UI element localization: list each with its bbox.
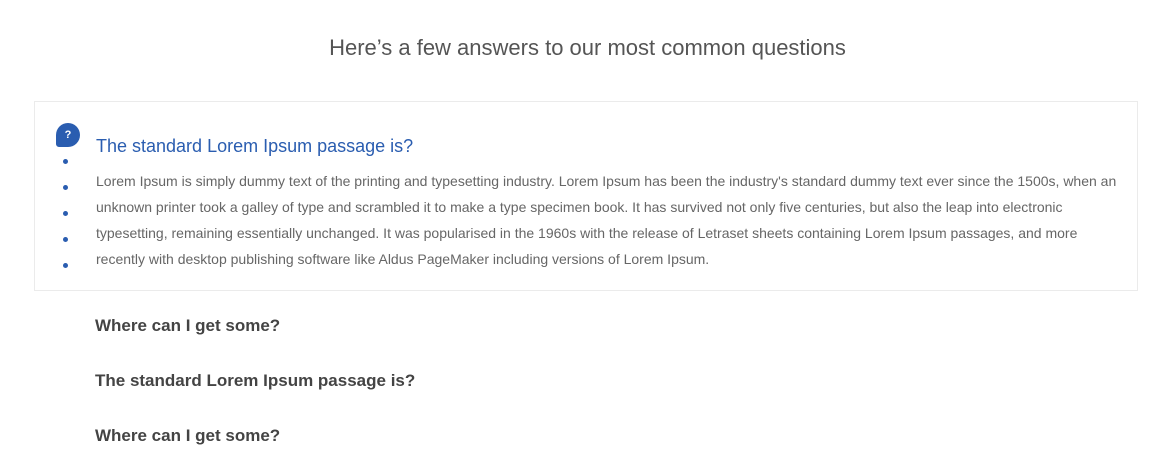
faq-question-expanded[interactable]: The standard Lorem Ipsum passage is?: [96, 135, 413, 157]
faq-question-collapsed[interactable]: The standard Lorem Ipsum passage is?: [95, 370, 415, 392]
faq-item-expanded: ? The standard Lorem Ipsum passage is? L…: [34, 101, 1138, 291]
faq-question-collapsed[interactable]: Where can I get some?: [95, 315, 280, 337]
faq-question-collapsed[interactable]: Where can I get some?: [95, 425, 280, 447]
bullet-dot-icon: [63, 185, 68, 190]
question-bubble-icon: ?: [56, 123, 80, 147]
bullet-dot-icon: [63, 159, 68, 164]
bullet-dot-icon: [63, 263, 68, 268]
faq-answer: Lorem Ipsum is simply dummy text of the …: [96, 173, 1117, 267]
bullet-dot-icon: [63, 237, 68, 242]
bullet-dot-icon: [63, 211, 68, 216]
page-heading: Here’s a few answers to our most common …: [329, 35, 846, 60]
